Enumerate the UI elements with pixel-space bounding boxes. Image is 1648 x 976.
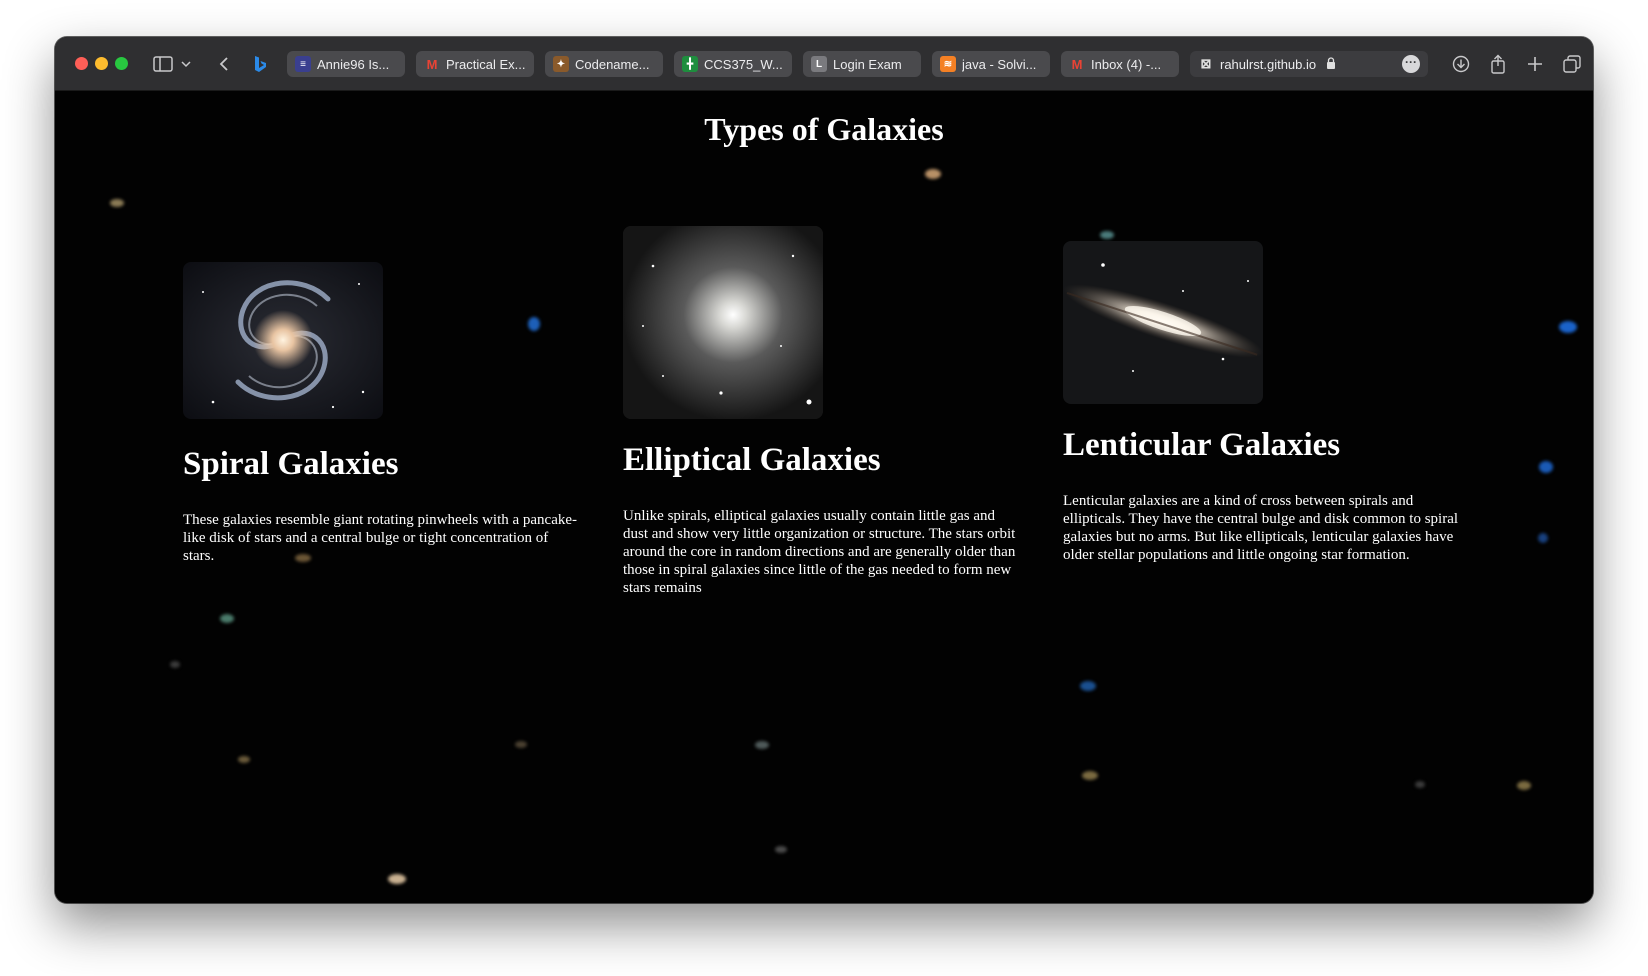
- tab-label: Login Exam: [833, 56, 902, 72]
- browser-tab[interactable]: ≋ java - Solvi...: [932, 51, 1050, 77]
- close-tab-icon[interactable]: ⊠: [1198, 56, 1214, 72]
- background-star: [515, 741, 527, 748]
- address-url[interactable]: rahulrst.github.io: [1220, 57, 1316, 72]
- bing-icon[interactable]: [251, 51, 269, 77]
- background-star: [1538, 533, 1548, 543]
- download-icon[interactable]: [1450, 51, 1472, 77]
- page-content: Types of Galaxies Spiral Galaxies These …: [55, 91, 1593, 903]
- tab-label: Practical Ex...: [446, 56, 526, 72]
- background-star: [1080, 681, 1096, 691]
- gmail-icon: M: [1071, 56, 1083, 72]
- sheets-icon: ╋: [682, 56, 698, 72]
- background-star: [170, 661, 180, 668]
- background-star: [1082, 771, 1098, 780]
- minimize-window-button[interactable]: [95, 57, 108, 70]
- galaxy-card-elliptical: Elliptical Galaxies Unlike spirals, elli…: [623, 226, 1023, 597]
- stackoverflow-icon: ≋: [940, 56, 956, 72]
- new-tab-plus-icon[interactable]: [1524, 51, 1546, 77]
- background-star: [1517, 781, 1531, 790]
- background-star: [110, 199, 124, 207]
- background-star: [1559, 321, 1577, 333]
- background-star: [238, 756, 250, 763]
- tab-label: Annie96 Is...: [317, 56, 390, 72]
- tab-overview-icon[interactable]: [1561, 51, 1583, 77]
- background-star: [220, 614, 234, 623]
- page-title: Types of Galaxies: [704, 111, 944, 147]
- tab-label: java - Solvi...: [962, 56, 1037, 72]
- more-options-icon[interactable]: ···: [1402, 55, 1420, 73]
- galaxy-card-spiral: Spiral Galaxies These galaxies resemble …: [183, 262, 583, 565]
- card-description: Unlike spirals, elliptical galaxies usua…: [623, 507, 1016, 596]
- document-icon: ≡: [295, 56, 311, 72]
- lock-icon: [1326, 56, 1336, 72]
- sidebar-toggle-icon[interactable]: [151, 51, 175, 77]
- browser-window: ≡ Annie96 Is... M Practical Ex... ✦ Code…: [55, 37, 1593, 903]
- browser-tab[interactable]: ╋ CCS375_W...: [674, 51, 792, 77]
- lenticular-galaxy-image: [1063, 241, 1263, 404]
- background-star: [1539, 461, 1553, 473]
- card-description: Lenticular galaxies are a kind of cross …: [1063, 492, 1459, 563]
- browser-tab[interactable]: ✦ Codename...: [545, 51, 663, 77]
- galaxy-card-lenticular: Lenticular Galaxies Lenticular galaxies …: [1063, 241, 1463, 564]
- browser-tab[interactable]: ≡ Annie96 Is...: [287, 51, 405, 77]
- card-title: Lenticular Galaxies: [1063, 427, 1341, 463]
- share-icon[interactable]: [1487, 51, 1509, 77]
- card-title: Spiral Galaxies: [183, 446, 399, 482]
- tab-label: Inbox (4) -...: [1091, 56, 1162, 72]
- letter-l-icon: L: [811, 56, 827, 72]
- back-arrow-icon[interactable]: [215, 51, 233, 77]
- card-title: Elliptical Galaxies: [623, 442, 881, 478]
- tab-label: Codename...: [575, 56, 650, 72]
- browser-toolbar: ≡ Annie96 Is... M Practical Ex... ✦ Code…: [55, 37, 1593, 91]
- background-star: [1415, 781, 1425, 788]
- browser-tab[interactable]: M Practical Ex...: [416, 51, 534, 77]
- codename-icon: ✦: [553, 56, 569, 72]
- background-star: [755, 741, 769, 749]
- background-star: [775, 846, 787, 853]
- background-star: [1100, 231, 1114, 239]
- active-tab-address[interactable]: ⊠ rahulrst.github.io ···: [1190, 51, 1428, 77]
- gmail-icon: M: [426, 56, 438, 72]
- browser-tab[interactable]: L Login Exam: [803, 51, 921, 77]
- close-window-button[interactable]: [75, 57, 88, 70]
- browser-tab[interactable]: M Inbox (4) -...: [1061, 51, 1179, 77]
- card-description: These galaxies resemble giant rotating p…: [183, 511, 578, 564]
- chevron-down-icon[interactable]: [179, 51, 193, 77]
- maximize-window-button[interactable]: [115, 57, 128, 70]
- background-star: [388, 874, 406, 884]
- elliptical-galaxy-image: [623, 226, 823, 419]
- tab-label: CCS375_W...: [704, 56, 783, 72]
- spiral-galaxy-image: [183, 262, 383, 419]
- background-star: [925, 169, 941, 179]
